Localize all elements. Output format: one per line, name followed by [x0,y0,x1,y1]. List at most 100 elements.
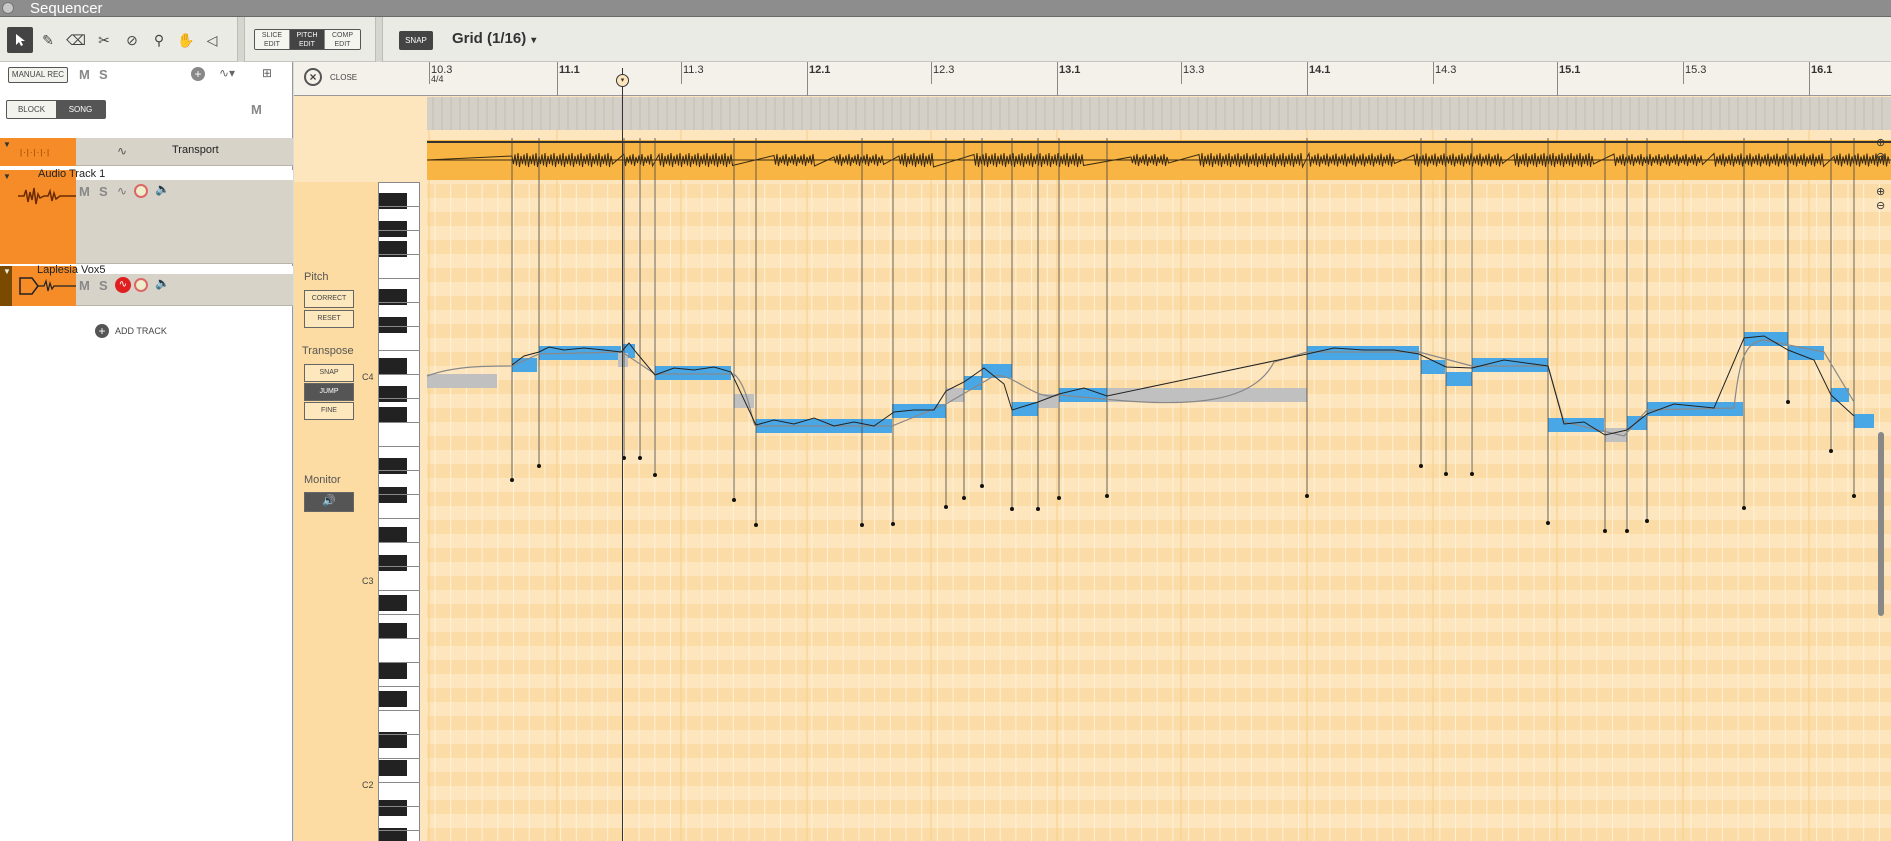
automation-icon[interactable]: ∿▾ [219,66,235,80]
pitch-row [427,450,1891,464]
track-mute-button[interactable]: M [79,184,90,199]
pitch-row [427,492,1891,506]
add-track-button[interactable]: + ADD TRACK [95,324,167,338]
transport-track[interactable]: ▼ |·|·|·|·| ∿ Transport [0,138,293,166]
note-anchor-dot [944,505,948,509]
reset-button[interactable]: RESET [304,310,354,328]
black-key[interactable] [379,800,407,816]
transpose-fine-button[interactable]: FINE [304,402,354,420]
add-icon[interactable]: + [191,67,205,81]
playhead[interactable] [622,68,623,841]
black-key[interactable] [379,458,407,474]
vocal-track[interactable]: ▼ Laplesia Vox5 M S ∿ 🔈 [0,264,293,306]
pitch-row [427,282,1891,296]
disclosure-triangle-icon[interactable]: ▼ [3,172,11,181]
black-key[interactable] [379,527,407,543]
automation-active-icon[interactable]: ∿ [115,277,131,293]
pitch-row [427,716,1891,730]
note-anchor-dot [1786,400,1790,404]
black-key[interactable] [379,317,407,333]
pitch-row [427,772,1891,786]
black-key[interactable] [379,760,407,776]
snap-button[interactable]: SNAP [399,31,433,50]
mute-tool-icon[interactable]: ⊘ [119,27,145,53]
mute-all-button[interactable]: M [79,67,90,82]
zoom-out-icon[interactable]: ⊖ [1876,199,1885,212]
hand-tool-icon[interactable]: ✋ [173,27,199,53]
zoom-in-icon[interactable]: ⊕ [1876,185,1885,198]
track-solo-button[interactable]: S [99,278,108,293]
pencil-tool-icon[interactable]: ✎ [35,27,61,53]
magnify-tool-icon[interactable]: ⚲ [146,27,172,53]
automation-icon[interactable]: ∿ [117,184,127,198]
black-key[interactable] [379,691,407,707]
black-key[interactable] [379,386,407,402]
white-key-divider [379,182,419,183]
note-grid[interactable] [294,62,1891,841]
piano-keyboard[interactable] [378,182,420,841]
speaker-icon[interactable]: 🔈 [155,276,170,290]
window-close-dot[interactable] [2,2,14,14]
ruler-tick [1307,62,1308,96]
track-name: Laplesia Vox5 [37,264,106,276]
white-key-divider [379,470,419,471]
black-key[interactable] [379,663,407,679]
eraser-tool-icon[interactable]: ⌫ [63,27,89,53]
white-key-divider [379,830,419,831]
waveform-icon [19,277,76,295]
note-anchor-dot [891,522,895,526]
transpose-snap-button[interactable]: SNAP [304,364,354,382]
toolbar-separator [375,17,383,62]
block-button[interactable]: BLOCK [7,101,56,118]
playhead-marker-icon[interactable]: ▾ [616,74,629,87]
white-key-divider [379,782,419,783]
transpose-jump-button[interactable]: JUMP [304,383,354,401]
black-key[interactable] [379,407,407,423]
record-arm-icon[interactable] [134,184,148,198]
comp-edit-button[interactable]: COMP EDIT [325,30,360,49]
ruler[interactable]: × CLOSE 10.3 4/4 11.1 11.3 12.1 12.3 13.1 13.3 1… [294,62,1891,96]
octave-label-c4: C4 [362,372,374,382]
pitch-row [427,786,1891,800]
track-mute-button[interactable]: M [79,278,90,293]
note-anchor-dot [1057,496,1061,500]
pitch-row [427,212,1891,226]
note-anchor-dot [754,523,758,527]
song-button[interactable]: SONG [56,101,105,118]
grid-dropdown[interactable]: Grid (1/16) ▾ [452,30,536,47]
zoom-out-icon[interactable]: ⊖ [1876,150,1885,163]
ruler-tick [1433,62,1434,84]
disclosure-triangle-icon[interactable]: ▼ [3,267,11,276]
manual-rec-button[interactable]: MANUAL REC [8,67,68,83]
disclosure-triangle-icon[interactable]: ▼ [3,140,11,149]
correct-button[interactable]: CORRECT [304,290,354,308]
track-name-bg [76,266,293,274]
grid-view-icon[interactable]: ⊞ [262,66,272,80]
black-key[interactable] [379,555,407,571]
razor-tool-icon[interactable]: ✂ [91,27,117,53]
pitch-edit-button[interactable]: PITCH EDIT [290,30,325,49]
solo-all-button[interactable]: S [99,67,108,82]
zoom-in-icon[interactable]: ⊕ [1876,136,1885,149]
vertical-scrollbar[interactable] [1878,432,1884,616]
record-arm-icon[interactable] [134,278,148,292]
slice-edit-button[interactable]: SLICE EDIT [255,30,290,49]
black-key[interactable] [379,221,407,237]
black-key[interactable] [379,595,407,611]
automation-icon[interactable]: ∿ [117,144,127,158]
black-key[interactable] [379,623,407,639]
black-key[interactable] [379,487,407,503]
audio-track-1[interactable]: ▼ Audio Track 1 M S ∿ 🔈 [0,168,293,264]
white-key-divider [379,806,419,807]
speaker-tool-icon[interactable]: ◁ [199,27,225,53]
monitor-speaker-button[interactable]: 🔊 [304,492,354,512]
black-key[interactable] [379,358,407,374]
track-solo-button[interactable]: S [99,184,108,199]
note-anchor-dot [1625,529,1629,533]
arrow-tool-icon[interactable] [7,27,33,53]
speaker-icon[interactable]: 🔈 [155,182,170,196]
pitch-row [427,310,1891,324]
close-button[interactable]: × CLOSE [304,68,357,86]
song-mute-button[interactable]: M [251,102,262,117]
ruler-tick [1683,62,1684,84]
